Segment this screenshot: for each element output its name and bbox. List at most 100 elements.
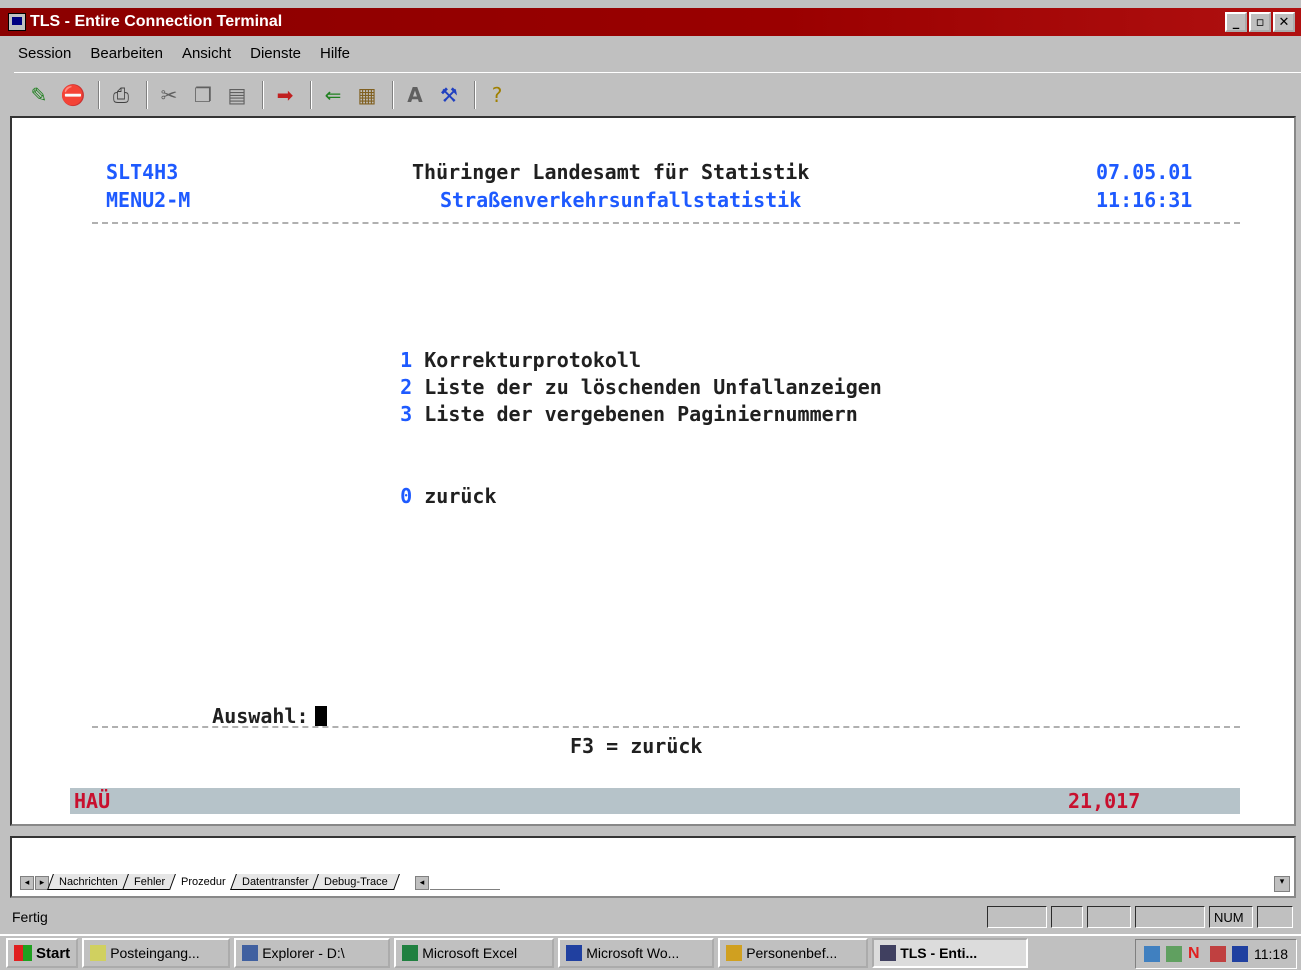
status-right-text: 21,017 [1068, 789, 1141, 813]
excel-icon [402, 945, 419, 961]
taskbar-item-excel[interactable]: Microsoft Excel [394, 938, 555, 968]
tab-datentransfer[interactable]: Datentransfer [229, 874, 321, 890]
input-cursor[interactable] [314, 706, 327, 726]
tab-prozedur[interactable]: Prozedur [168, 874, 238, 890]
num-lock-indicator: NUM [1209, 906, 1253, 928]
option-label: zurück [424, 484, 497, 508]
minimize-button[interactable]: _ [1225, 12, 1247, 32]
output-tabs: ◂ ▸ Nachrichten Fehler Prozedur Datentra… [20, 872, 500, 890]
date-value: 07.05.01 [1096, 160, 1193, 184]
option-key: 0 [400, 484, 413, 508]
tab-debug-trace[interactable]: Debug-Trace [312, 874, 400, 890]
organization-title: Thüringer Landesamt für Statistik [412, 160, 810, 184]
toolbar-separator [310, 80, 312, 109]
window-title: TLS - Entire Connection Terminal [30, 13, 283, 30]
close-button[interactable]: ✕ [1273, 12, 1295, 32]
system-tray: N 11:18 [1135, 939, 1297, 969]
taskbar-item-word[interactable]: Microsoft Wo... [558, 938, 715, 968]
tools-icon[interactable]: ⚒ [434, 80, 464, 110]
menu-session[interactable]: Session [0, 45, 80, 62]
toolbar: ✎ ⛔ ⎙ ✂ ❐ ▤ ➡ ⇐ ▦ A ⚒ ? [14, 72, 1301, 116]
transfer-icon[interactable]: ➡ [270, 80, 300, 110]
function-key-hint: F3 = zurück [570, 734, 703, 758]
status-panels: NUM [987, 906, 1293, 928]
antivirus-icon[interactable]: N [1188, 946, 1204, 962]
maximize-button[interactable]: ▫ [1249, 12, 1271, 32]
receive-icon[interactable]: ⇐ [318, 80, 348, 110]
disconnect-icon[interactable]: ⛔ [58, 80, 88, 110]
word-icon [566, 945, 583, 961]
toolbar-separator [98, 80, 100, 109]
windows-logo-icon [14, 945, 32, 961]
tab-scroll-left-icon[interactable]: ◂ [20, 876, 34, 890]
terminal-status-line [70, 788, 1240, 814]
tab-label: Fehler [133, 876, 165, 888]
vertical-scrollbar[interactable]: ▾ [1274, 842, 1290, 892]
scroll-down-icon[interactable]: ▾ [1274, 876, 1290, 892]
footer-divider [92, 726, 1240, 728]
header-divider [92, 222, 1240, 224]
speaker-icon[interactable] [1166, 946, 1182, 962]
menu-bar: Session Bearbeiten Ansicht Dienste Hilfe [0, 38, 1301, 68]
menu-hilfe[interactable]: Hilfe [310, 45, 359, 62]
terminal-screen[interactable]: SLT4H3 Thüringer Landesamt für Statistik… [10, 116, 1296, 826]
selection-prompt: Auswahl: [164, 680, 327, 752]
taskbar-item-posteingang[interactable]: Posteingang... [82, 938, 231, 968]
tab-label: Datentransfer [241, 876, 309, 888]
calendar-icon[interactable] [1232, 946, 1248, 962]
tab-label: Debug-Trace [324, 876, 388, 888]
horizontal-scrollbar[interactable] [429, 876, 500, 890]
toolbar-separator [146, 80, 148, 109]
font-icon[interactable]: A [400, 80, 430, 110]
menu-ansicht[interactable]: Ansicht [172, 45, 240, 62]
menu-option-3[interactable]: 3 Liste der vergebenen Paginiernummern [352, 378, 858, 450]
inbox-icon [90, 945, 107, 961]
title-bar: TLS - Entire Connection Terminal _ ▫ ✕ [0, 8, 1301, 36]
search-icon [726, 945, 743, 961]
task-label: Personenbef... [746, 945, 838, 961]
status-bar: Fertig NUM [0, 904, 1301, 930]
task-label: TLS - Enti... [900, 945, 978, 961]
help-icon[interactable]: ? [482, 80, 512, 110]
task-label: Microsoft Excel [422, 945, 518, 961]
taskbar-item-tls[interactable]: TLS - Enti... [872, 938, 1029, 968]
status-panel [1051, 906, 1083, 928]
explorer-icon [242, 945, 259, 961]
task-label: Posteingang... [110, 945, 200, 961]
print-icon[interactable]: ⎙ [106, 80, 136, 110]
start-label: Start [36, 944, 71, 962]
tab-label: Nachrichten [59, 876, 118, 888]
taskbar: Start Posteingang... Explorer - D:\ Micr… [0, 934, 1301, 970]
status-panel [1135, 906, 1205, 928]
send-icon[interactable]: ▦ [352, 80, 382, 110]
menu-option-back[interactable]: 0 zurück [352, 460, 497, 532]
properties-icon[interactable]: ✎ [24, 80, 54, 110]
copy-icon[interactable]: ❐ [188, 80, 218, 110]
prompt-label: Auswahl: [212, 704, 309, 728]
paste-icon[interactable]: ▤ [222, 80, 252, 110]
taskbar-item-explorer[interactable]: Explorer - D:\ [234, 938, 391, 968]
tab-fehler[interactable]: Fehler [121, 874, 177, 890]
start-button[interactable]: Start [6, 938, 79, 968]
tray-app-icon[interactable] [1210, 946, 1226, 962]
window-controls: _ ▫ ✕ [1225, 12, 1295, 32]
toolbar-separator [392, 80, 394, 109]
time-value: 11:16:31 [1096, 188, 1193, 212]
network-icon[interactable] [1144, 946, 1160, 962]
status-panel [1087, 906, 1131, 928]
tab-nachrichten[interactable]: Nachrichten [47, 874, 130, 890]
status-panel [987, 906, 1047, 928]
menu-dienste[interactable]: Dienste [240, 45, 310, 62]
option-label: Liste der vergebenen Paginiernummern [424, 402, 858, 426]
hscroll-left-icon[interactable]: ◂ [414, 876, 429, 890]
terminal-app-icon[interactable] [8, 13, 26, 31]
toolbar-separator [262, 80, 264, 109]
clock[interactable]: 11:18 [1254, 946, 1288, 962]
tab-label: Prozedur [180, 876, 226, 888]
task-label: Explorer - D:\ [262, 945, 345, 961]
status-left-text: HAÜ [74, 789, 111, 813]
menu-bearbeiten[interactable]: Bearbeiten [80, 45, 172, 62]
cut-icon[interactable]: ✂ [154, 80, 184, 110]
screen-subtitle: Straßenverkehrsunfallstatistik [440, 188, 802, 212]
taskbar-item-personenbef[interactable]: Personenbef... [718, 938, 869, 968]
